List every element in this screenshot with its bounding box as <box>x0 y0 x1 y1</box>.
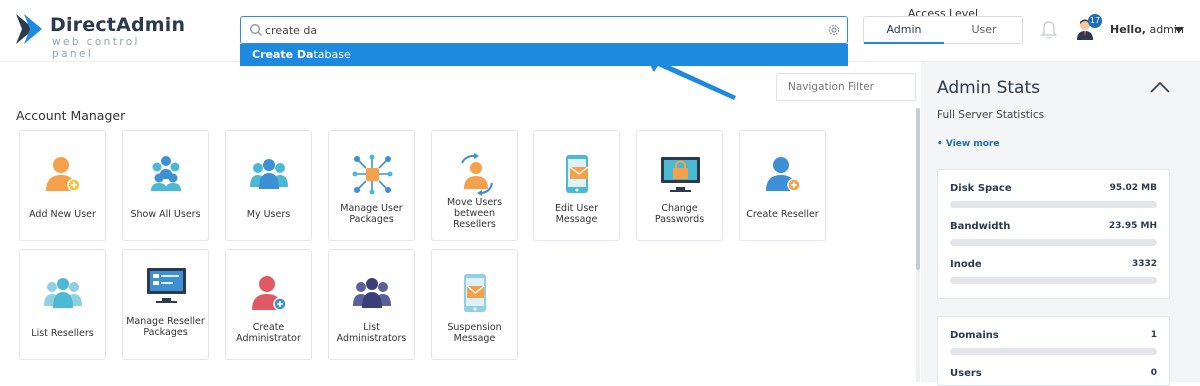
access-active-indicator <box>864 42 944 44</box>
my-users-icon <box>250 159 288 189</box>
tile-label: Edit User Message <box>554 203 599 225</box>
pointer-arrow-icon <box>644 54 736 100</box>
search-bar[interactable] <box>240 16 848 44</box>
suggestion-match-text: Create Da <box>252 48 314 61</box>
search-suggestion-create-database[interactable]: Create Database <box>240 44 848 66</box>
access-level: Access Level Admin User <box>863 7 1023 44</box>
suspension-message-icon <box>464 274 486 312</box>
create-reseller-icon <box>766 157 801 192</box>
tile-my-users[interactable]: My Users <box>225 130 312 241</box>
stat-progress-bar <box>950 201 1157 208</box>
tile-change-passwords[interactable]: Change Passwords <box>636 130 723 241</box>
notification-badge: 17 <box>1088 14 1102 28</box>
tile-add-new-user[interactable]: Add New User <box>19 130 106 241</box>
tile-label: Create Reseller <box>746 209 819 220</box>
resellers-group-icon <box>44 278 82 308</box>
suggestion-rest-text: tabase <box>313 48 351 61</box>
admin-stats-subtitle: Full Server Statistics <box>937 109 1045 121</box>
tile-manage-reseller-packages[interactable]: Manage Reseller Packages <box>122 249 209 360</box>
section-title-account-manager: Account Manager <box>16 108 126 123</box>
tile-edit-user-message[interactable]: Edit User Message <box>533 130 620 241</box>
chevron-up-icon[interactable] <box>1150 82 1170 93</box>
tile-label: Manage Reseller Packages <box>126 316 205 338</box>
users-group-icon <box>151 156 181 191</box>
stat-value: 95.02 MB <box>1109 183 1157 193</box>
stat-value: 0 <box>1150 368 1157 378</box>
tile-label: Create Administrator <box>236 322 301 344</box>
search-icon <box>250 24 262 36</box>
stat-name: Bandwidth <box>950 221 1011 232</box>
move-users-icon <box>461 153 493 196</box>
tile-create-administrator[interactable]: Create Administrator <box>225 249 312 360</box>
tile-label: My Users <box>246 209 291 220</box>
tile-label: Move Users between Resellers <box>446 197 503 230</box>
mobile-message-icon <box>566 155 589 193</box>
logo[interactable]: DirectAdmin web control panel <box>14 12 185 60</box>
tile-label: Suspension Message <box>447 322 502 344</box>
logo-subtitle: web control panel <box>52 36 140 60</box>
packages-icon <box>352 154 393 195</box>
logo-title: DirectAdmin <box>50 14 186 36</box>
tile-list-resellers[interactable]: List Resellers <box>19 249 106 360</box>
tile-label: Manage User Packages <box>340 203 403 225</box>
tile-create-reseller[interactable]: Create Reseller <box>739 130 826 241</box>
tile-label: Add New User <box>29 209 96 220</box>
greeting-text: Hello, <box>1110 23 1146 36</box>
stat-name: Users <box>950 368 982 379</box>
monitor-panel-icon <box>147 268 186 303</box>
user-greeting[interactable]: Hello, admin <box>1110 23 1184 36</box>
stat-value: 1 <box>1150 330 1157 340</box>
directadmin-logo-icon <box>16 14 42 44</box>
admin-stats-title: Admin Stats <box>937 78 1040 98</box>
admins-group-icon <box>353 278 391 308</box>
tile-list-administrators[interactable]: List Administrators <box>328 249 415 360</box>
create-admin-icon <box>252 276 287 311</box>
stat-value: 3332 <box>1131 259 1157 269</box>
tile-manage-user-packages[interactable]: Manage User Packages <box>328 130 415 241</box>
tile-suspension-message[interactable]: Suspension Message <box>431 249 518 360</box>
scrollbar-thumb[interactable] <box>916 108 920 270</box>
stat-progress-bar <box>950 277 1157 284</box>
search-input[interactable] <box>265 20 805 40</box>
tile-label: Show All Users <box>130 209 201 220</box>
stat-value: 23.95 MH <box>1108 221 1157 231</box>
tile-label: Change Passwords <box>654 203 705 225</box>
access-level-toggle: Admin User <box>863 16 1023 44</box>
add-user-icon <box>46 157 81 192</box>
bell-icon[interactable] <box>1040 20 1058 40</box>
navigation-filter-input[interactable] <box>776 73 916 101</box>
stat-name: Inode <box>950 259 982 270</box>
stat-name: Domains <box>950 330 999 341</box>
tile-label: List Administrators <box>336 322 407 344</box>
gear-icon[interactable] <box>827 23 841 37</box>
access-user-tab[interactable]: User <box>944 23 1024 36</box>
view-more-link[interactable]: • View more <box>937 139 999 149</box>
stats-card-usage: Disk Space 95.02 MB Bandwidth 23.95 MH I… <box>937 169 1170 299</box>
tile-move-users-between-resellers[interactable]: Move Users between Resellers <box>431 130 518 241</box>
stat-progress-bar <box>950 239 1157 246</box>
stat-name: Disk Space <box>950 183 1012 194</box>
tile-label: List Resellers <box>31 328 94 339</box>
stat-progress-bar <box>950 348 1157 355</box>
tile-show-all-users[interactable]: Show All Users <box>122 130 209 241</box>
chevron-down-icon[interactable] <box>1174 27 1184 33</box>
stats-card-counts: Domains 1 Users 0 <box>937 316 1170 386</box>
access-admin-tab[interactable]: Admin <box>864 23 944 36</box>
monitor-lock-icon <box>661 157 700 192</box>
